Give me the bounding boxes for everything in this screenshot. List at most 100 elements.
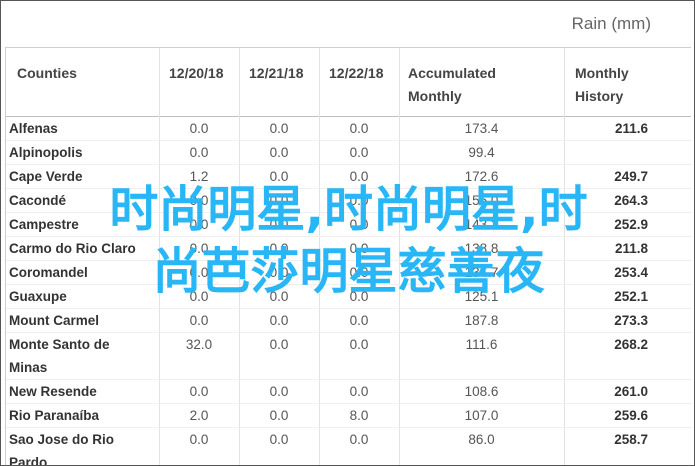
rainfall-table: Counties 12/20/18 12/21/18 12/22/18 Accu… — [5, 47, 691, 466]
rain-day-1-value: 32.0 — [185, 337, 213, 352]
table-top-bar: Rain (mm) — [1, 1, 694, 45]
county-name-line: Minas — [9, 360, 48, 375]
rain-day-3-value: 0.0 — [349, 313, 369, 328]
rain-day-2-value: 0.0 — [269, 313, 289, 328]
monthly-history-value: 259.6 — [614, 408, 648, 423]
county-name-line: Alpinopolis — [9, 145, 83, 160]
rain-day-3-value: 0.0 — [349, 169, 369, 184]
county-name: Cape Verde — [9, 165, 159, 188]
county-name-line: Pardo — [9, 455, 48, 466]
monthly-history-value: 253.4 — [614, 265, 648, 280]
monthly-history-value: 273.3 — [614, 313, 648, 328]
header-history-line2: History — [575, 88, 624, 104]
table-row: Rio Paranaíba 2.0 0.0 8.0 107.0 259.6 — [6, 404, 691, 428]
header-accumulated-line1: Accumulated — [408, 65, 496, 81]
header-history-line1: Monthly — [575, 65, 629, 81]
rain-day-1-value: 0.0 — [189, 384, 209, 399]
rain-day-2-value: 0.0 — [269, 169, 289, 184]
county-name: Guaxupe — [9, 285, 159, 308]
rain-day-3-value: 8.0 — [349, 408, 369, 423]
rain-day-1-value: 0.0 — [189, 432, 209, 447]
table-row: Alpinopolis 0.0 0.0 0.0 99.4 — [6, 141, 691, 165]
county-name: Campestre — [9, 213, 159, 236]
header-monthly-history[interactable]: Monthly History — [575, 62, 629, 108]
county-name-line: Cape Verde — [9, 169, 83, 184]
accumulated-monthly-value: 172.6 — [464, 169, 499, 184]
monthly-history-value: 258.7 — [614, 432, 648, 447]
table-row: Coromandel 0.0 0.0 0.0 134.7 253.4 — [6, 261, 691, 285]
county-name: Carmo do Rio Claro — [9, 237, 159, 260]
rain-day-2-value: 0.0 — [269, 217, 289, 232]
rain-day-2-value: 0.0 — [269, 337, 289, 352]
county-name-line: Rio Paranaíba — [9, 408, 100, 423]
rain-day-2-value: 0.0 — [269, 241, 289, 256]
accumulated-monthly-value: 107.0 — [464, 408, 499, 423]
county-name: Monte Santo de Minas — [9, 333, 159, 379]
header-counties[interactable]: Counties — [17, 62, 77, 85]
county-name: New Resende — [9, 380, 159, 403]
rain-day-3-value: 0.0 — [349, 265, 369, 280]
rain-day-1-value: 0.0 — [189, 121, 209, 136]
table-row: New Resende 0.0 0.0 0.0 108.6 261.0 — [6, 380, 691, 404]
accumulated-monthly-value: 125.1 — [464, 289, 499, 304]
rain-day-1-value: 2.0 — [189, 408, 209, 423]
table-row: Campestre 0.0 0.0 0.0 143.2 252.9 — [6, 213, 691, 237]
accumulated-monthly-value: 86.0 — [468, 432, 495, 447]
table-row: Mount Carmel 0.0 0.0 0.0 187.8 273.3 — [6, 309, 691, 333]
county-name: Sao Jose do Rio Pardo — [9, 428, 159, 466]
unit-label: Rain (mm) — [571, 14, 651, 33]
table-row: Sao Jose do Rio Pardo 0.0 0.0 0.0 86.0 258.7 — [6, 428, 691, 466]
county-name: Alfenas — [9, 117, 159, 140]
county-name-line: Sao Jose do Rio — [9, 432, 115, 447]
monthly-history-value: 261.0 — [614, 384, 648, 399]
rain-day-2-value: 0.0 — [269, 289, 289, 304]
county-name: Rio Paranaíba — [9, 404, 159, 427]
header-date-2[interactable]: 12/21/18 — [249, 62, 304, 85]
monthly-history-value: 264.3 — [614, 193, 648, 208]
table-row: Carmo do Rio Claro 0.0 0.0 0.0 138.8 211.8 — [6, 237, 691, 261]
rain-day-1-value: 0.0 — [189, 265, 209, 280]
rain-day-3-value: 0.0 — [349, 217, 369, 232]
rain-day-2-value: 0.0 — [269, 384, 289, 399]
header-accumulated-monthly[interactable]: Accumulated Monthly — [408, 62, 496, 108]
county-name: Alpinopolis — [9, 141, 159, 164]
county-name-line: Mount Carmel — [9, 313, 100, 328]
rain-day-3-value: 0.0 — [349, 432, 369, 447]
header-date-3[interactable]: 12/22/18 — [329, 62, 384, 85]
county-name-line: Cacondé — [9, 193, 67, 208]
monthly-history-value: 252.9 — [614, 217, 648, 232]
rain-day-2-value: 0.0 — [269, 265, 289, 280]
rain-day-1-value: 0.0 — [189, 145, 209, 160]
accumulated-monthly-value: 134.7 — [464, 265, 499, 280]
rain-day-3-value: 0.0 — [349, 241, 369, 256]
rain-day-3-value: 0.0 — [349, 193, 369, 208]
accumulated-monthly-value: 111.6 — [465, 337, 498, 352]
monthly-history-value: 252.1 — [614, 289, 648, 304]
county-name: Coromandel — [9, 261, 159, 284]
rain-day-2-value: 0.0 — [269, 408, 289, 423]
rain-day-1-value: 0.0 — [189, 289, 209, 304]
accumulated-monthly-value: 138.8 — [464, 241, 499, 256]
header-date-1[interactable]: 12/20/18 — [169, 62, 224, 85]
table-row: Monte Santo de Minas 32.0 0.0 0.0 111.6 268.2 — [6, 333, 691, 380]
accumulated-monthly-value: 187.8 — [464, 313, 499, 328]
county-name-line: Guaxupe — [9, 289, 67, 304]
rain-day-3-value: 0.0 — [349, 145, 369, 160]
rain-day-3-value: 0.0 — [349, 121, 369, 136]
county-name: Mount Carmel — [9, 309, 159, 332]
rain-day-3-value: 0.0 — [349, 289, 369, 304]
county-name-line: New Resende — [9, 384, 97, 399]
rain-day-2-value: 0.0 — [269, 121, 289, 136]
rain-day-1-value: 0.0 — [189, 313, 209, 328]
county-name-line: Campestre — [9, 217, 79, 232]
accumulated-monthly-value: 108.6 — [464, 384, 499, 399]
table-row: Cacondé 0.0 0.0 0.0 156.0 264.3 — [6, 189, 691, 213]
rain-day-1-value: 0.0 — [189, 217, 209, 232]
county-name: Cacondé — [9, 189, 159, 212]
rain-day-1-value: 0.0 — [189, 193, 209, 208]
monthly-history-value: 249.7 — [614, 169, 648, 184]
rain-day-1-value: 1.2 — [189, 169, 209, 184]
header-accumulated-line2: Monthly — [408, 88, 462, 104]
rain-day-1-value: 0.0 — [189, 241, 209, 256]
rain-day-3-value: 0.0 — [349, 337, 369, 352]
